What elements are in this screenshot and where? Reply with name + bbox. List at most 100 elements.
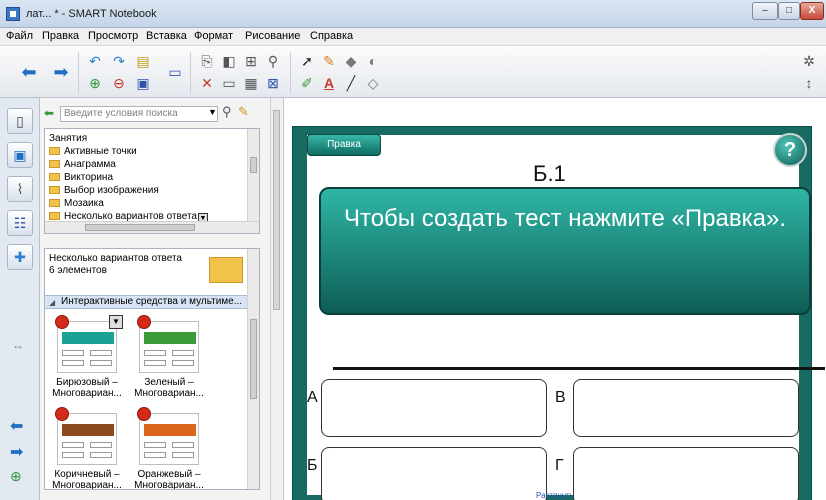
screen-capture-icon[interactable]: ▭ xyxy=(220,74,238,92)
insert-table-icon[interactable]: ▦ xyxy=(242,74,260,92)
tree-horizontal-scrollbar[interactable] xyxy=(45,221,259,233)
move-toolbar-icon[interactable]: ↕ xyxy=(800,74,818,92)
menu-file[interactable]: Файл xyxy=(6,30,33,42)
creative-pen-icon[interactable]: ✐ xyxy=(298,74,316,92)
stretch-link[interactable]: Растянуть xyxy=(536,491,574,500)
thumbnail-green[interactable] xyxy=(139,321,199,373)
gallery-icon[interactable]: ▣ xyxy=(7,142,33,168)
menu-format[interactable]: Формат xyxy=(194,30,233,42)
fill-icon[interactable]: ◐ xyxy=(364,52,382,70)
thumbnail-turquoise[interactable] xyxy=(57,321,117,373)
tree-hscroll-thumb[interactable] xyxy=(85,224,195,231)
paste-icon[interactable]: ⎘ xyxy=(198,52,216,70)
save-icon[interactable]: ▣ xyxy=(134,74,152,92)
attachments-icon[interactable]: ⌇ xyxy=(7,176,33,202)
select-arrow-icon[interactable]: ➚ xyxy=(298,52,316,70)
search-dropdown-icon[interactable]: ▼ xyxy=(208,107,217,117)
line-tool-icon[interactable]: ╱ xyxy=(342,74,360,92)
folder-icon xyxy=(49,186,60,194)
folder-icon xyxy=(49,173,60,181)
flash-badge-icon xyxy=(55,315,69,329)
thumbnail-color-band xyxy=(62,424,114,436)
resize-panel-icon[interactable]: ↔ xyxy=(12,338,24,352)
dock-right-arrow-icon[interactable]: ➡ xyxy=(10,442,23,462)
answer-box-v[interactable] xyxy=(573,379,799,437)
search-icon[interactable]: ⚲ xyxy=(222,104,232,120)
add-page-icon[interactable]: ⊕ xyxy=(86,74,104,92)
menu-draw[interactable]: Рисование xyxy=(245,30,300,42)
tree-item-mosaic[interactable]: Мозаика xyxy=(49,198,104,210)
back-arrow-icon[interactable]: ⬅ xyxy=(20,63,38,81)
question-text: Чтобы создать тест нажмите «Правка». xyxy=(343,205,786,232)
tree-item-anagram[interactable]: Анаграмма xyxy=(49,159,116,171)
gallery-tools-icon[interactable]: ✎ xyxy=(238,104,249,120)
thumbnail-label: Бирюзовый – Многовариан... xyxy=(52,377,122,399)
close-button[interactable]: X xyxy=(800,2,824,20)
screen-shade-icon[interactable]: ◧ xyxy=(220,52,238,70)
menu-view[interactable]: Просмотр xyxy=(88,30,138,42)
text-tool-icon[interactable]: A xyxy=(320,74,338,92)
notebook-page-area[interactable]: Б.1 А В Б Г Правка ? Чтобы создать тест … xyxy=(284,98,826,500)
help-question-icon[interactable]: ? xyxy=(773,133,807,167)
edit-button[interactable]: Правка xyxy=(307,134,381,156)
gallery-items-scrollbar[interactable] xyxy=(247,249,259,489)
add-item-icon[interactable]: ⊕ xyxy=(10,468,22,485)
thumbnail-label: Зеленый – Многовариан... xyxy=(134,377,204,399)
addons-icon[interactable]: ✚ xyxy=(7,244,33,270)
section-collapse-icon[interactable]: ◢ xyxy=(49,298,55,307)
section-header-interactive-media[interactable]: Интерактивные средства и мультиме... xyxy=(45,295,249,309)
gallery-scrollbar-thumb[interactable] xyxy=(250,319,257,399)
dock-left-arrow-icon[interactable]: ⬅ xyxy=(10,416,23,436)
menu-insert[interactable]: Вставка xyxy=(146,30,187,42)
pen-icon[interactable]: ✎ xyxy=(320,52,338,70)
tree-item-lessons[interactable]: Занятия xyxy=(49,133,87,145)
answer-box-a[interactable] xyxy=(321,379,547,437)
maximize-button[interactable]: □ xyxy=(778,2,800,20)
thumbnail-brown[interactable] xyxy=(57,413,117,465)
gallery-back-arrow-icon[interactable]: ⬅ xyxy=(44,106,54,120)
tree-scrollbar-thumb[interactable] xyxy=(250,157,257,173)
flash-badge-icon xyxy=(137,315,151,329)
tree-scrollbar[interactable] xyxy=(247,129,259,221)
document-camera-icon[interactable]: ⚲ xyxy=(264,52,282,70)
window-title: лат... * - SMART Notebook xyxy=(26,8,157,20)
menu-edit[interactable]: Правка xyxy=(42,30,79,42)
eraser-icon[interactable]: ◆ xyxy=(342,52,360,70)
menu-help[interactable]: Справка xyxy=(310,30,353,42)
tree-item-image-select[interactable]: Выбор изображения xyxy=(49,185,159,197)
forward-arrow-icon[interactable]: ➡ xyxy=(52,63,70,81)
page-sorter-icon[interactable]: ▯ xyxy=(7,108,33,134)
thumbnail-orange[interactable] xyxy=(139,413,199,465)
delete-page-icon[interactable]: ⊖ xyxy=(110,74,128,92)
tree-item-quiz[interactable]: Викторина xyxy=(49,172,113,184)
smart-notebook-app-icon xyxy=(6,7,20,21)
gallery-search-input[interactable]: Введите условия поиска xyxy=(60,106,218,122)
item-count: 6 элементов xyxy=(49,265,107,276)
delete-icon[interactable]: ✕ xyxy=(198,74,216,92)
redo-icon[interactable]: ↷ xyxy=(110,52,128,70)
shapes-icon[interactable]: ◇ xyxy=(364,74,382,92)
properties-icon[interactable]: ☷ xyxy=(7,210,33,236)
menu-bar: Файл Правка Просмотр Вставка Формат Рисо… xyxy=(0,28,826,46)
panel-scrollbar[interactable] xyxy=(270,98,282,500)
settings-gear-icon[interactable]: ✲ xyxy=(800,52,818,70)
answer-box-g[interactable] xyxy=(573,447,799,500)
thumbnail-answer-slot xyxy=(90,452,112,458)
minimize-button[interactable]: – xyxy=(752,2,778,20)
table-tool-icon[interactable]: ⊞ xyxy=(242,52,260,70)
toolbar-separator xyxy=(290,52,291,94)
thumbnail-menu-dropdown-icon[interactable]: ▼ xyxy=(109,315,123,329)
panel-scrollbar-thumb[interactable] xyxy=(273,110,280,310)
flash-badge-icon xyxy=(137,407,151,421)
answer-label-b: Б xyxy=(307,457,318,474)
thumbnail-answer-slot xyxy=(172,442,194,448)
full-screen-icon[interactable]: ⊠ xyxy=(264,74,282,92)
undo-icon[interactable]: ↶ xyxy=(86,52,104,70)
folder-icon xyxy=(49,212,60,220)
open-file-icon[interactable]: ▤ xyxy=(134,52,152,70)
question-box[interactable]: Чтобы создать тест нажмите «Правка». xyxy=(319,187,811,315)
answer-box-b[interactable] xyxy=(321,447,547,500)
tree-item-hotspots[interactable]: Активные точки xyxy=(49,146,137,158)
display-icon[interactable]: ▭ xyxy=(166,63,184,81)
slide-title: Б.1 xyxy=(533,161,566,186)
